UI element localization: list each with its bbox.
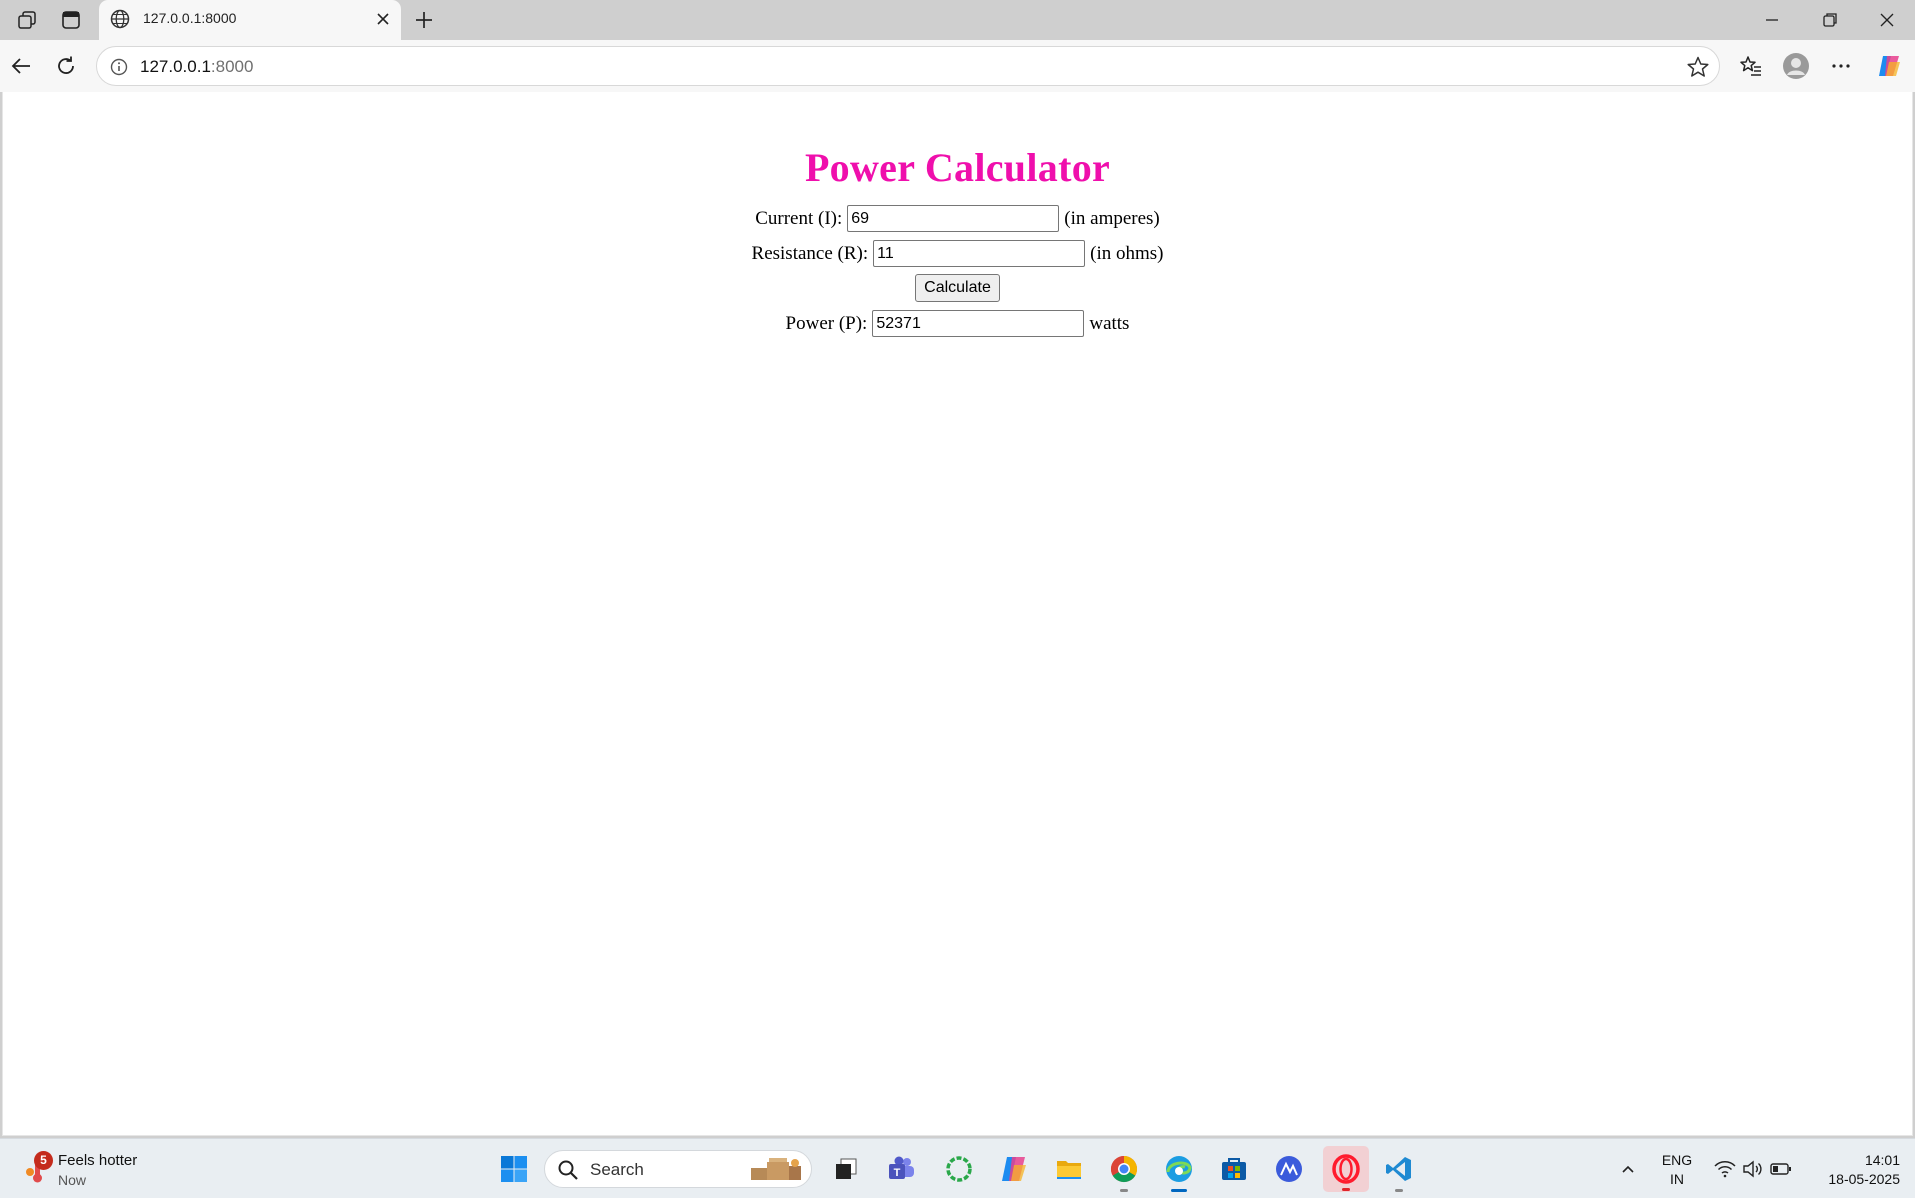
opera-icon[interactable] xyxy=(1323,1146,1369,1192)
vscode-running-indicator xyxy=(1395,1189,1403,1192)
show-hidden-icons-chevron-icon[interactable] xyxy=(1615,1150,1641,1188)
power-output[interactable] xyxy=(872,310,1085,337)
store-icon[interactable] xyxy=(1215,1150,1253,1188)
more-options-icon[interactable] xyxy=(1826,51,1856,81)
favorite-star-icon[interactable] xyxy=(1685,54,1711,80)
teams-icon[interactable]: T xyxy=(882,1150,920,1188)
current-label: Current (I): xyxy=(755,207,843,229)
vscode-icon[interactable] xyxy=(1380,1150,1418,1192)
weather-widget[interactable]: 5 Feels hotter Now xyxy=(20,1147,160,1191)
taskbar-search[interactable]: Search xyxy=(544,1150,812,1188)
profile-avatar-icon[interactable] xyxy=(1781,51,1811,81)
weather-title: Feels hotter xyxy=(58,1152,138,1169)
power-calculator-page: Power Calculator Current (I): (in ampere… xyxy=(3,144,1912,337)
clock-date: 18-05-2025 xyxy=(1828,1171,1900,1187)
new-tab-icon[interactable] xyxy=(410,6,438,34)
clock-time: 14:01 xyxy=(1864,1152,1900,1168)
calculate-row: Calculate xyxy=(3,274,1912,302)
site-info-icon[interactable] xyxy=(109,57,129,77)
url-port: :8000 xyxy=(210,57,254,76)
language-code: ENG xyxy=(1661,1152,1693,1168)
calculate-button[interactable]: Calculate xyxy=(915,274,1000,302)
power-row: Power (P): watts xyxy=(3,310,1912,337)
page-title: Power Calculator xyxy=(804,145,1111,190)
volume-icon[interactable] xyxy=(1741,1150,1765,1188)
search-icon xyxy=(557,1159,579,1181)
tab-strip: 127.0.0.1:8000 xyxy=(0,0,1915,40)
browser-toolbar: 127.0.0.1:8000 xyxy=(0,40,1915,92)
resistance-row: Resistance (R): (in ohms) xyxy=(3,240,1912,267)
favorites-icon[interactable] xyxy=(1736,51,1766,81)
edge-icon[interactable] xyxy=(1160,1150,1198,1192)
url-host: 127.0.0.1 xyxy=(140,57,211,76)
restore-icon[interactable] xyxy=(1815,5,1845,35)
region-code: IN xyxy=(1670,1171,1684,1187)
browser-tab-active[interactable]: 127.0.0.1:8000 xyxy=(99,0,401,40)
current-unit: (in amperes) xyxy=(1064,207,1160,229)
affinity-app-icon[interactable] xyxy=(1270,1150,1308,1188)
wifi-icon[interactable] xyxy=(1713,1150,1737,1188)
svg-text:T: T xyxy=(894,1167,901,1179)
vertical-tabs-icon[interactable] xyxy=(58,8,84,32)
address-bar[interactable]: 127.0.0.1:8000 xyxy=(96,46,1720,86)
search-highlight-image xyxy=(747,1154,805,1184)
back-icon[interactable] xyxy=(6,51,36,81)
weather-badge: 5 xyxy=(34,1151,53,1170)
copilot-icon[interactable] xyxy=(1874,51,1904,81)
opera-running-indicator xyxy=(1342,1188,1350,1191)
task-view-icon[interactable] xyxy=(827,1150,865,1188)
minimize-icon[interactable] xyxy=(1757,5,1787,35)
resistance-label: Resistance (R): xyxy=(751,242,869,264)
close-tab-icon[interactable] xyxy=(373,9,393,29)
workspaces-icon[interactable] xyxy=(14,8,40,32)
ring-app-icon[interactable] xyxy=(940,1150,978,1188)
url-text[interactable]: 127.0.0.1:8000 xyxy=(140,57,253,77)
resistance-unit: (in ohms) xyxy=(1090,242,1164,264)
chrome-running-indicator xyxy=(1120,1189,1128,1192)
file-explorer-icon[interactable] xyxy=(1050,1150,1088,1188)
power-label: Power (P): xyxy=(785,312,868,334)
resistance-input[interactable] xyxy=(873,240,1086,267)
taskbar: 5 Feels hotter Now Search T ENG IN 14:01… xyxy=(0,1138,1915,1198)
page-viewport: Power Calculator Current (I): (in ampere… xyxy=(2,92,1913,1136)
system-clock[interactable]: 14:01 18-05-2025 xyxy=(1800,1151,1900,1189)
current-row: Current (I): (in amperes) xyxy=(3,205,1912,232)
refresh-icon[interactable] xyxy=(51,51,81,81)
globe-icon xyxy=(109,8,131,30)
battery-icon[interactable] xyxy=(1769,1150,1793,1188)
current-input[interactable] xyxy=(847,205,1060,232)
close-window-icon[interactable] xyxy=(1872,5,1902,35)
edge-active-indicator xyxy=(1171,1189,1187,1192)
power-unit: watts xyxy=(1089,312,1130,334)
copilot-taskbar-icon[interactable] xyxy=(995,1150,1033,1188)
tab-title: 127.0.0.1:8000 xyxy=(143,10,237,26)
start-windows-icon[interactable] xyxy=(495,1150,533,1188)
weather-subtitle: Now xyxy=(58,1172,87,1188)
input-language-indicator[interactable]: ENG IN xyxy=(1655,1151,1699,1189)
search-label: Search xyxy=(590,1160,644,1179)
chrome-icon[interactable] xyxy=(1105,1150,1143,1192)
